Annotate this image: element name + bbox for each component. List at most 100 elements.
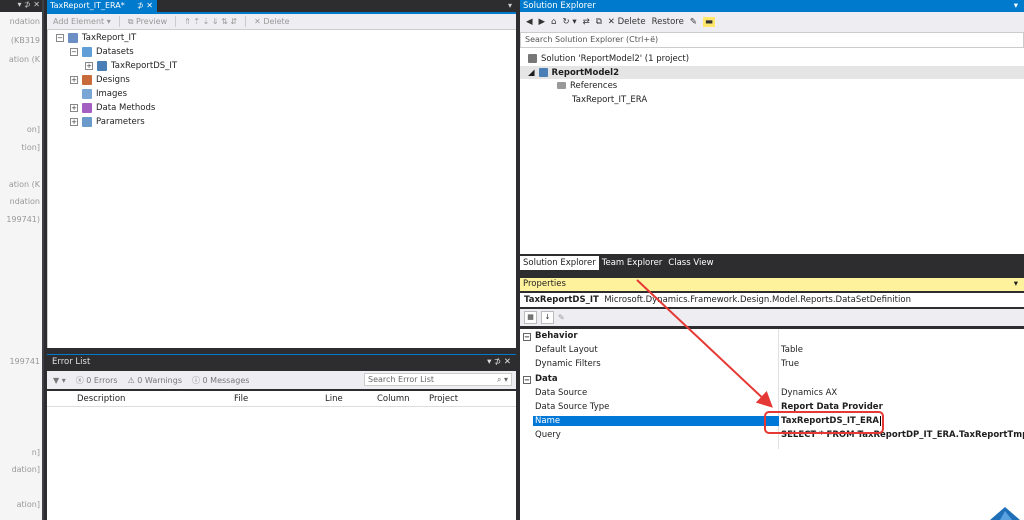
expand-icon[interactable]: + bbox=[70, 118, 78, 126]
close-tab-icon[interactable]: ⊅ ✕ bbox=[137, 0, 153, 12]
designs-icon bbox=[82, 75, 92, 85]
left-panel-text: ndation bbox=[9, 17, 40, 26]
move-arrows-icon[interactable]: ⇑ ⇡ ⇣ ⇓ ⇅ ⇵ bbox=[184, 17, 237, 26]
add-element-button[interactable]: Add Element ▾ bbox=[53, 17, 111, 26]
tree-item-references[interactable]: References bbox=[557, 79, 617, 92]
sync-icon[interactable]: ⇄ bbox=[583, 17, 590, 27]
solution-tree: Solution 'ReportModel2' (1 project) ◢ Re… bbox=[520, 48, 1024, 254]
categorized-icon[interactable]: ▦ bbox=[524, 311, 537, 324]
collapse-icon[interactable]: − bbox=[523, 376, 531, 384]
toolbar-separator bbox=[175, 16, 177, 27]
forward-icon[interactable]: ▶ bbox=[539, 17, 546, 27]
collapse-icon[interactable]: − bbox=[70, 48, 78, 56]
tab-strip: ▾ bbox=[157, 0, 516, 12]
column-header[interactable]: File bbox=[234, 394, 248, 404]
tab-solution-explorer[interactable]: Solution Explorer bbox=[520, 256, 599, 270]
tree-item-dataset[interactable]: + TaxReportDS_IT bbox=[85, 59, 177, 73]
tree-item-root[interactable]: − TaxReport_IT bbox=[56, 31, 136, 45]
highlight-box bbox=[764, 411, 884, 434]
pin-icon[interactable]: ▬ bbox=[702, 17, 715, 27]
designer-toolbar: Add Element ▾ ⧉ Preview ⇑ ⇡ ⇣ ⇓ ⇅ ⇵ ✕ De… bbox=[47, 14, 516, 30]
expand-icon[interactable]: + bbox=[70, 76, 78, 84]
data-methods-icon bbox=[82, 103, 92, 113]
tree-item-designs[interactable]: + Designs bbox=[70, 73, 130, 87]
column-header[interactable]: Column bbox=[377, 394, 410, 404]
tree-item-datasets[interactable]: − Datasets bbox=[70, 45, 134, 59]
properties-object-selector[interactable]: TaxReportDS_IT Microsoft.Dynamics.Framew… bbox=[520, 293, 1024, 307]
parameters-icon bbox=[82, 117, 92, 127]
column-header[interactable]: Line bbox=[325, 394, 343, 404]
solution-search-input[interactable]: Search Solution Explorer (Ctrl+ë) bbox=[520, 32, 1024, 48]
dataset-icon bbox=[97, 61, 107, 71]
delete-button[interactable]: ✕ Delete bbox=[608, 17, 646, 27]
tree-item-data-methods[interactable]: + Data Methods bbox=[70, 101, 155, 115]
history-icon[interactable]: ↻ ▾ bbox=[563, 17, 577, 27]
copy-icon[interactable]: ⧉ bbox=[596, 17, 602, 27]
left-panel-text: n] bbox=[31, 448, 40, 457]
home-icon[interactable]: ⌂ bbox=[551, 17, 556, 27]
report-icon bbox=[68, 33, 78, 43]
category-data[interactable]: − Data bbox=[520, 373, 1024, 387]
category-behavior[interactable]: − Behavior bbox=[520, 330, 1024, 344]
properties-toolbar: ▦ ↓ ✎ bbox=[520, 309, 1024, 326]
alphabetical-icon[interactable]: ↓ bbox=[541, 311, 554, 324]
project-icon bbox=[538, 68, 548, 77]
toolbar-separator bbox=[245, 16, 247, 27]
tab-class-view[interactable]: Class View bbox=[665, 256, 716, 270]
error-list-columns: Description File Line Column Project bbox=[47, 391, 516, 407]
left-panel-text: ndation bbox=[9, 197, 40, 206]
property-pages-icon[interactable]: ✎ bbox=[558, 313, 565, 322]
error-list-title: Error List bbox=[52, 357, 91, 367]
document-tab[interactable]: TaxReport_IT_ERA* ⊅ ✕ bbox=[47, 0, 157, 12]
collapse-arrow-icon[interactable]: ◢ bbox=[528, 68, 535, 78]
solution-explorer-toolbar: ◀ ▶ ⌂ ↻ ▾ ⇄ ⧉ ✕ Delete Restore ✎ ▬ bbox=[520, 12, 1024, 32]
property-row[interactable]: Dynamic Filters True bbox=[520, 358, 1024, 372]
left-tool-panel: ▾ ⊅ ✕ ndation (KB319 ation (K on] tion] … bbox=[0, 0, 44, 520]
collapse-icon[interactable]: − bbox=[523, 333, 531, 341]
panel-dropdown-icon[interactable]: ▾ bbox=[1014, 278, 1018, 291]
panel-controls-icon[interactable]: ▾ ⊅ ✕ bbox=[487, 355, 511, 369]
tree-item-project[interactable]: ◢ ReportModel2 bbox=[520, 66, 1024, 79]
datasets-icon bbox=[82, 47, 92, 57]
error-list-toolbar: ▼ ▾ ⓧ 0 Errors ⚠ 0 Warnings ⓘ 0 Messages… bbox=[47, 371, 516, 389]
expand-icon[interactable]: + bbox=[70, 104, 78, 112]
filter-icon[interactable]: ▼ ▾ bbox=[53, 376, 66, 385]
left-panel-text: dation] bbox=[11, 465, 40, 474]
restore-button[interactable]: Restore bbox=[652, 17, 684, 27]
wrench-icon[interactable]: ✎ bbox=[690, 17, 697, 27]
tree-item-report[interactable]: TaxReport_IT_ERA bbox=[572, 93, 647, 106]
error-list-header: Error List ▾ ⊅ ✕ bbox=[47, 354, 516, 368]
properties-title: Properties bbox=[523, 279, 566, 289]
left-panel-text: ation] bbox=[16, 500, 40, 509]
errors-toggle[interactable]: ⓧ 0 Errors bbox=[76, 375, 118, 386]
preview-button[interactable]: ⧉ Preview bbox=[128, 17, 167, 27]
expand-icon[interactable]: + bbox=[85, 62, 93, 70]
warnings-toggle[interactable]: ⚠ 0 Warnings bbox=[128, 376, 182, 385]
column-header[interactable]: Description bbox=[77, 394, 125, 404]
tab-dropdown-icon[interactable]: ▾ bbox=[508, 1, 512, 10]
left-panel-text: (KB319 bbox=[10, 36, 40, 45]
solution-explorer-header: Solution Explorer ▾ bbox=[520, 0, 1024, 12]
error-search-input[interactable]: Search Error List ⌕ ▾ bbox=[364, 373, 512, 386]
delete-button[interactable]: ✕ Delete bbox=[254, 17, 290, 26]
tab-team-explorer[interactable]: Team Explorer bbox=[599, 256, 666, 270]
messages-toggle[interactable]: ⓘ 0 Messages bbox=[192, 375, 249, 386]
left-panel-text: tion] bbox=[21, 143, 40, 152]
logo-icon bbox=[990, 507, 1020, 520]
report-tree: − TaxReport_IT − Datasets + TaxReportDS_… bbox=[47, 30, 516, 348]
left-panel-text: ation (K bbox=[8, 55, 40, 64]
tree-item-parameters[interactable]: + Parameters bbox=[70, 115, 145, 129]
search-icon: ⌕ ▾ bbox=[496, 375, 508, 384]
tree-item-images[interactable]: Images bbox=[82, 87, 127, 101]
left-panel-text: ation (K bbox=[8, 180, 40, 189]
properties-header: Properties ▾ bbox=[520, 278, 1024, 291]
property-row[interactable]: Default Layout Table bbox=[520, 344, 1024, 358]
panel-dropdown-icon[interactable]: ▾ bbox=[1014, 0, 1018, 12]
column-header[interactable]: Project bbox=[429, 394, 458, 404]
left-panel-text: 199741 bbox=[9, 357, 40, 366]
back-icon[interactable]: ◀ bbox=[526, 17, 533, 27]
collapse-icon[interactable]: − bbox=[56, 34, 64, 42]
property-row[interactable]: Data Source Dynamics AX bbox=[520, 387, 1024, 401]
tree-item-solution[interactable]: Solution 'ReportModel2' (1 project) bbox=[528, 52, 689, 65]
references-icon bbox=[557, 82, 566, 89]
